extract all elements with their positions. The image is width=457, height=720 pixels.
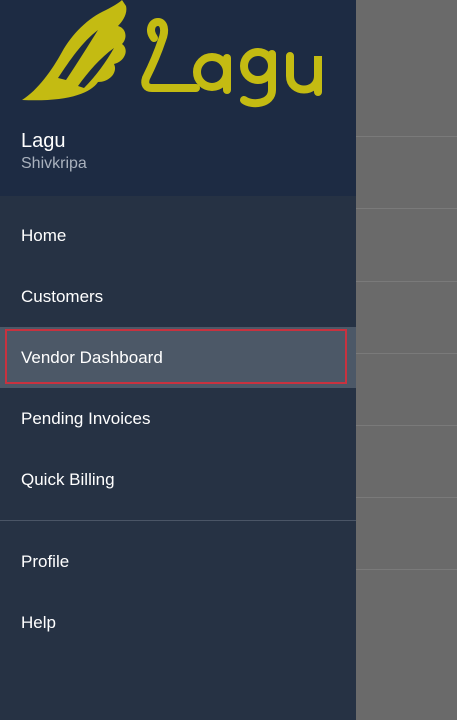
menu-item-quick-billing[interactable]: Quick Billing bbox=[0, 449, 356, 510]
shell-icon bbox=[22, 0, 127, 101]
background-divider bbox=[356, 208, 457, 209]
background-divider bbox=[356, 353, 457, 354]
background-divider bbox=[356, 425, 457, 426]
menu-item-profile[interactable]: Profile bbox=[0, 531, 356, 592]
drawer-menu: Home Customers Vendor Dashboard Pending … bbox=[0, 205, 356, 510]
lagu-logo bbox=[22, 0, 322, 108]
background-divider bbox=[356, 497, 457, 498]
drawer-header: Lagu Shivkripa bbox=[0, 0, 356, 196]
background-divider bbox=[356, 136, 457, 137]
menu-item-pending-invoices[interactable]: Pending Invoices bbox=[0, 388, 356, 449]
drawer-secondary-menu: Profile Help bbox=[0, 531, 356, 653]
menu-item-customers[interactable]: Customers bbox=[0, 266, 356, 327]
background-divider bbox=[356, 569, 457, 570]
background-divider bbox=[356, 281, 457, 282]
menu-item-vendor-dashboard[interactable]: Vendor Dashboard bbox=[0, 327, 356, 388]
menu-item-home[interactable]: Home bbox=[0, 205, 356, 266]
menu-item-help[interactable]: Help bbox=[0, 592, 356, 653]
selection-highlight bbox=[5, 329, 347, 384]
menu-divider bbox=[0, 520, 356, 521]
user-subtitle: Shivkripa bbox=[21, 155, 87, 172]
navigation-drawer: Lagu Shivkripa Home Customers Vendor Das… bbox=[0, 0, 356, 720]
user-name: Lagu bbox=[21, 130, 66, 152]
